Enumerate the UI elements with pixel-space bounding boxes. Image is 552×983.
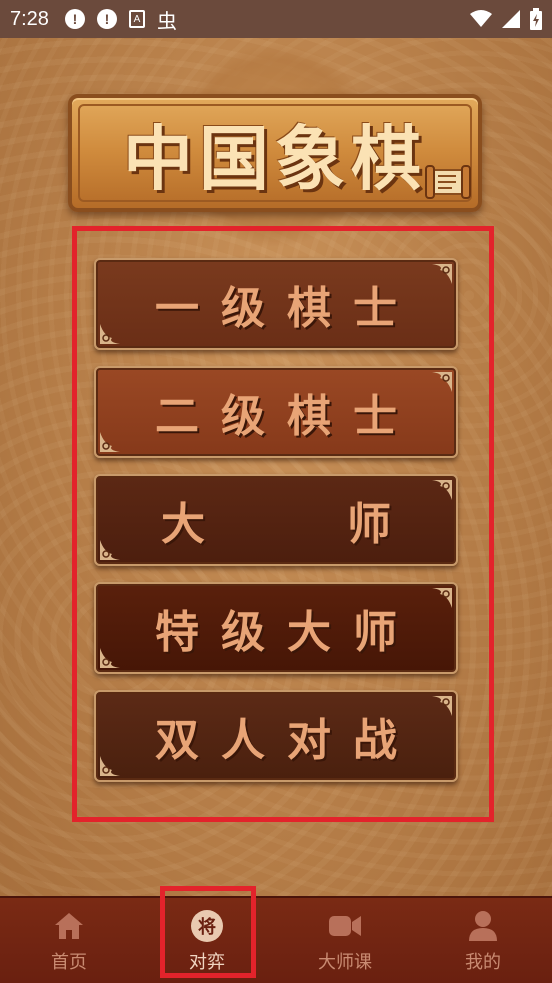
scroll-icon [425,165,471,199]
corner-ornament-icon [100,648,120,668]
corner-ornament-icon [100,324,120,344]
video-icon [327,908,363,944]
level1-player-button[interactable]: 一级棋士 [94,258,458,350]
corner-ornament-icon [100,432,120,452]
bottom-nav: 首页 将 对弈 大师课 我的 [0,896,552,983]
level2-player-button[interactable]: 二级棋士 [94,366,458,458]
nav-label: 大师课 [318,951,372,973]
menu-label-left: 大 [161,499,205,550]
alert-icon: ! [64,9,85,29]
general-piece-icon: 将 [189,908,225,944]
bug-icon: 虫 [156,8,177,33]
battery-icon [530,8,542,30]
status-notification-icons: ! ! A 虫 [64,5,177,34]
nav-home[interactable]: 首页 [0,898,138,983]
general-badge: 将 [191,909,223,942]
corner-ornament-icon [432,372,452,392]
status-system-icons [470,8,542,30]
nav-play[interactable]: 将 对弈 [138,898,276,983]
home-icon [51,908,87,944]
menu-label-right: 师 [347,499,391,550]
status-time: 7:28 [10,7,49,30]
alert-icon: ! [96,9,117,29]
nav-label: 对弈 [189,951,225,973]
a-badge-icon: A [128,10,145,28]
app-title: 中国象棋 [123,116,427,200]
nav-label: 首页 [51,951,87,973]
two-player-battle-button[interactable]: 双人对战 [94,690,458,782]
corner-ornament-icon [100,540,120,560]
corner-ornament-icon [432,588,452,608]
corner-ornament-icon [432,264,452,284]
corner-ornament-icon [100,756,120,776]
menu-label: 大 师 [161,488,391,552]
corner-ornament-icon [432,480,452,500]
title-plaque: 中国象棋 [68,94,482,212]
master-button[interactable]: 大 师 [94,474,458,566]
nav-me[interactable]: 我的 [414,898,552,983]
nav-label: 我的 [465,951,501,973]
menu-label: 特级大师 [155,607,419,658]
menu-label: 双人对战 [155,715,419,766]
menu-label: 二级棋士 [155,391,419,442]
corner-ornament-icon [432,696,452,716]
status-bar: 7:28 ! ! A 虫 [0,0,552,38]
wifi-icon [470,10,492,27]
menu-label: 一级棋士 [155,283,419,334]
grandmaster-button[interactable]: 特级大师 [94,582,458,674]
user-icon [465,908,501,944]
signal-icon [502,10,520,28]
nav-master-class[interactable]: 大师课 [276,898,414,983]
